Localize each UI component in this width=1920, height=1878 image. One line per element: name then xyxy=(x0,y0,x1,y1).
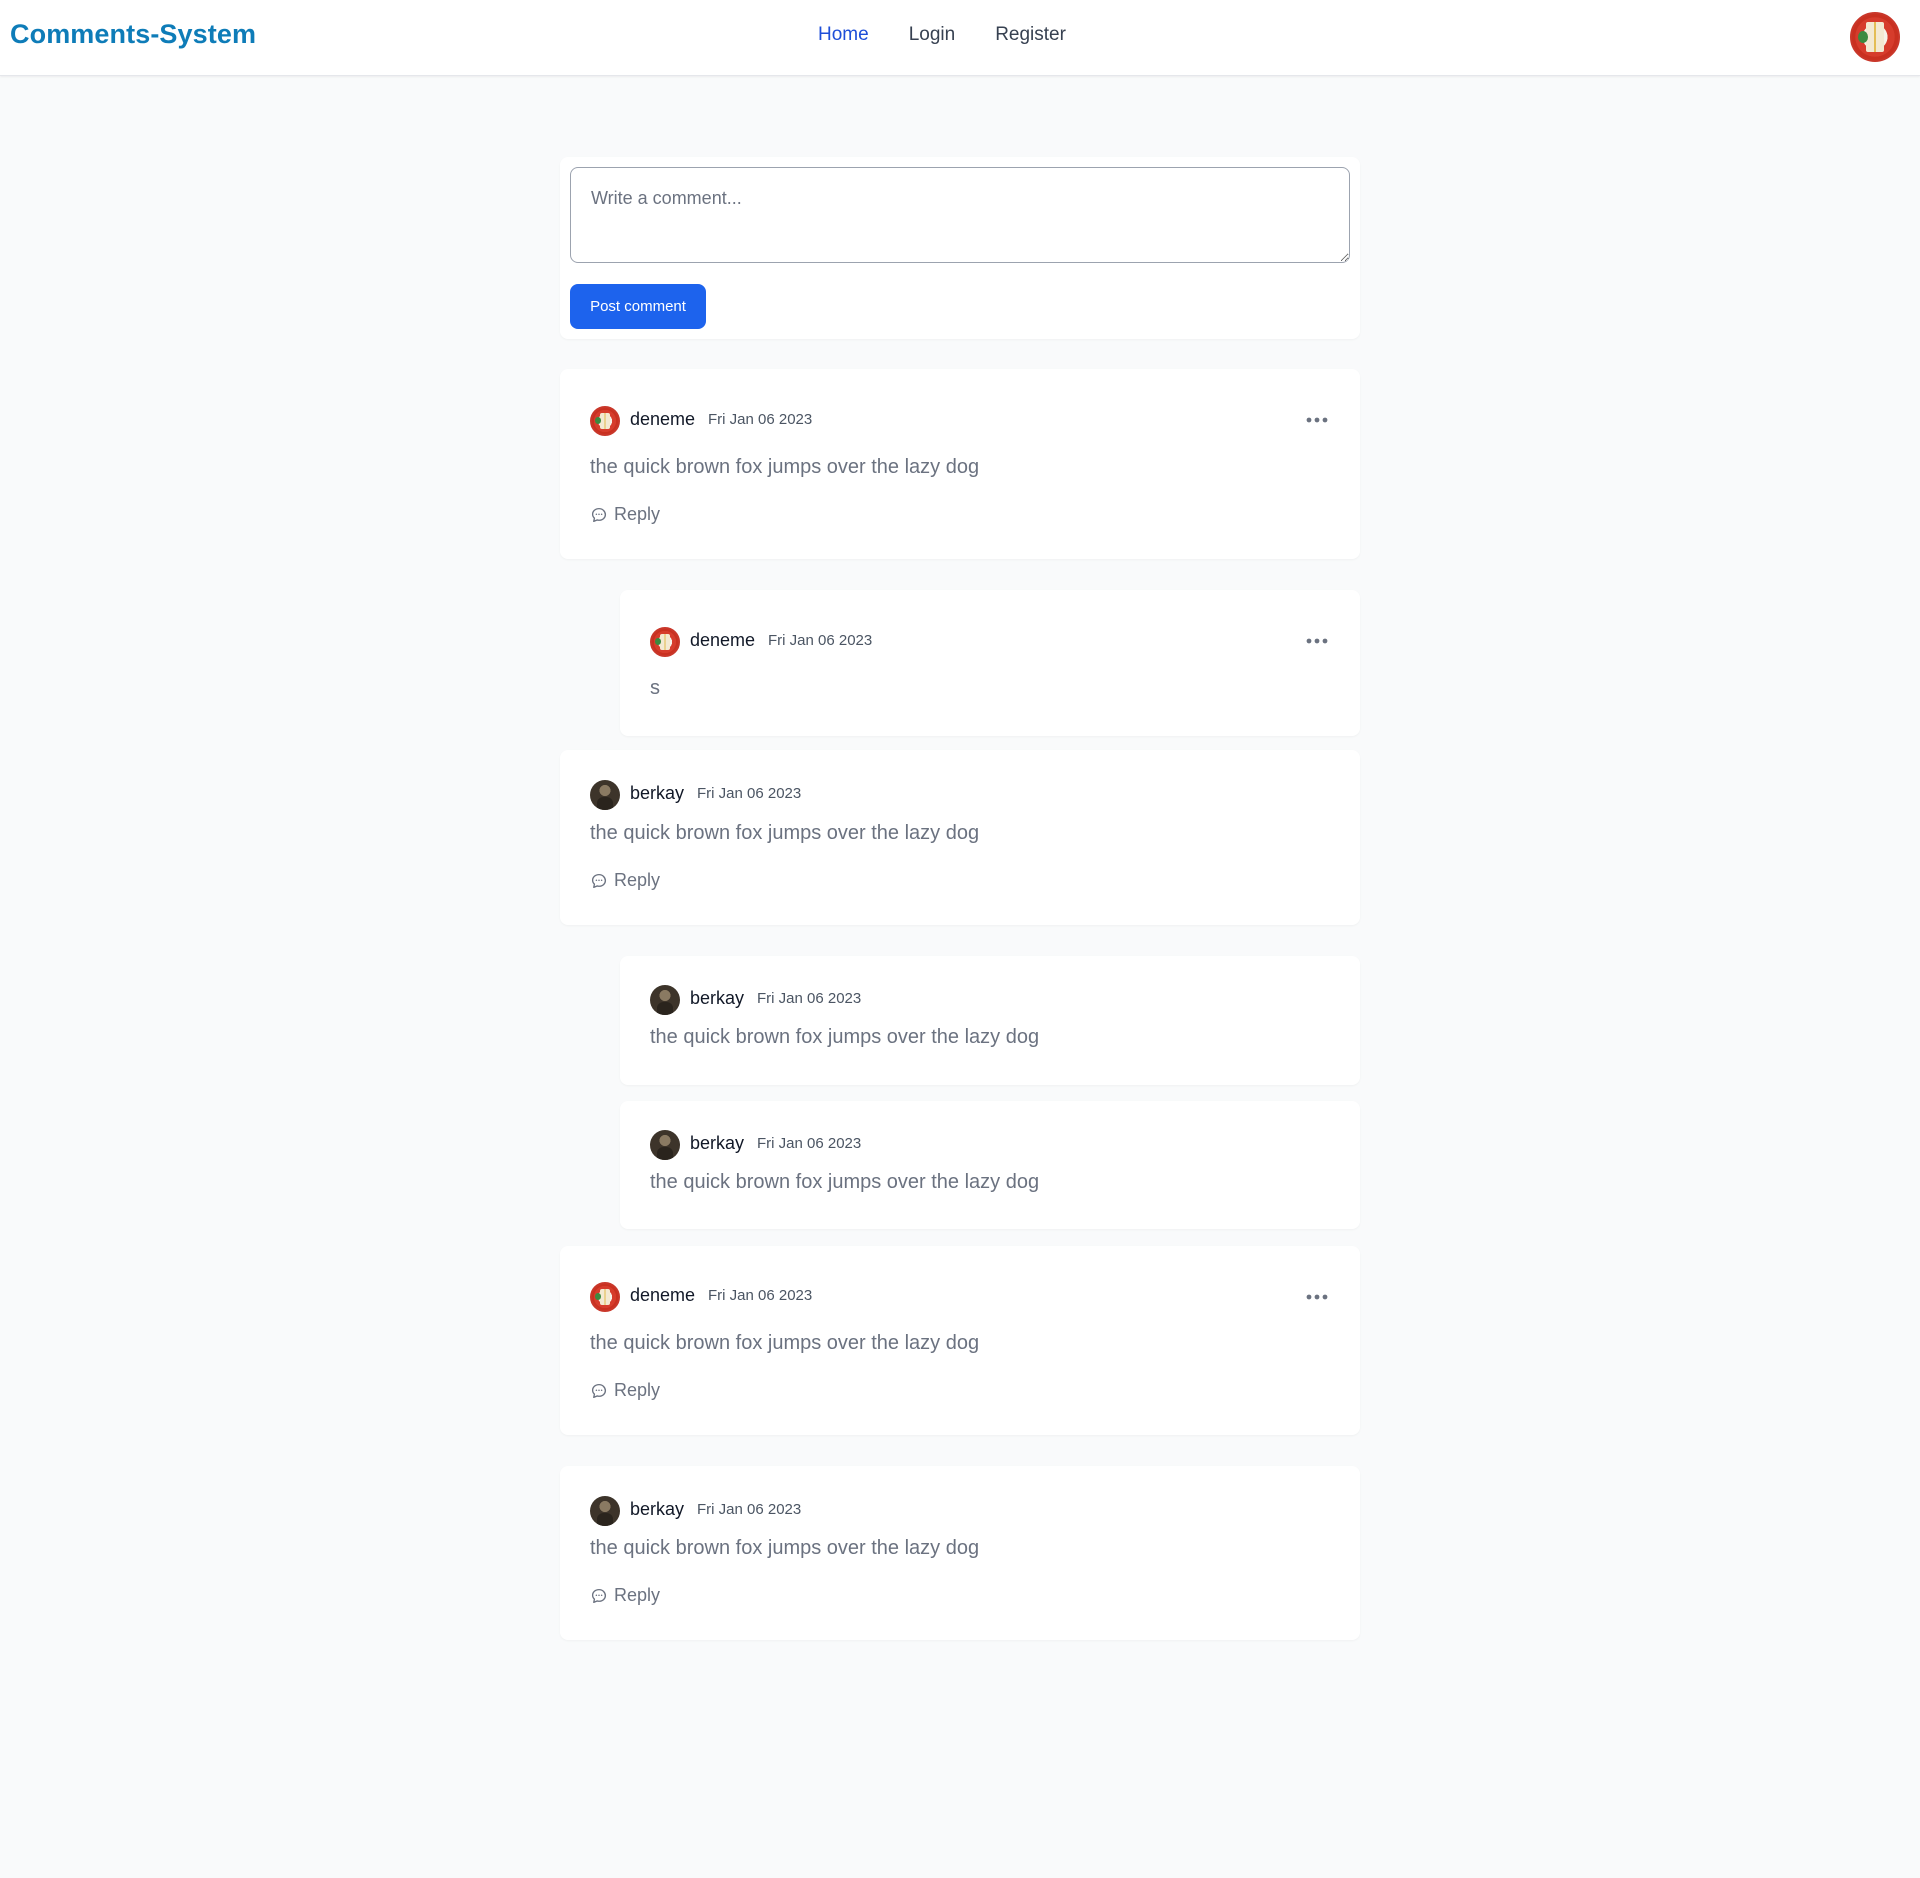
author-avatar-icon xyxy=(590,1282,620,1312)
chat-bubble-icon xyxy=(591,1588,607,1603)
author-avatar-icon xyxy=(590,406,620,436)
comment-author: berkay xyxy=(690,1133,745,1153)
comment-date: Fri Jan 06 2023 xyxy=(768,632,873,649)
reply-button[interactable]: Reply xyxy=(590,1380,660,1401)
author-avatar-icon xyxy=(650,985,680,1015)
reply-button[interactable]: Reply xyxy=(590,504,660,525)
navbar: Comments-System Home Login Register xyxy=(0,0,1920,76)
comment-author: deneme xyxy=(690,630,756,650)
comment-body: the quick brown fox jumps over the lazy … xyxy=(590,456,980,478)
comment-date: Fri Jan 06 2023 xyxy=(697,785,802,802)
user-avatar-icon[interactable] xyxy=(1850,12,1900,62)
comment-date: Fri Jan 06 2023 xyxy=(708,1287,813,1304)
comment-body: the quick brown fox jumps over the lazy … xyxy=(590,1537,980,1559)
nav-link-home[interactable]: Home xyxy=(818,24,869,46)
comment-author: berkay xyxy=(690,988,745,1008)
author-avatar-icon xyxy=(590,1496,620,1526)
comment-card: berkay Fri Jan 06 2023 the quick brown f… xyxy=(560,1466,1360,1640)
more-options-icon[interactable] xyxy=(1304,1287,1330,1307)
comment-input[interactable] xyxy=(570,167,1350,263)
comment-date: Fri Jan 06 2023 xyxy=(757,990,862,1007)
brand-logo-link[interactable]: Comments-System xyxy=(10,19,256,50)
comment-author: deneme xyxy=(630,409,696,429)
comment-date: Fri Jan 06 2023 xyxy=(708,411,813,428)
comment-author: berkay xyxy=(630,1499,685,1519)
more-options-icon[interactable] xyxy=(1304,631,1330,651)
comment-body: the quick brown fox jumps over the lazy … xyxy=(650,1026,1040,1048)
author-avatar-icon xyxy=(650,1130,680,1160)
comment-body: the quick brown fox jumps over the lazy … xyxy=(590,822,980,844)
comment-date: Fri Jan 06 2023 xyxy=(697,1501,802,1518)
chat-bubble-icon xyxy=(591,1383,607,1398)
post-comment-button[interactable]: Post comment xyxy=(570,284,706,329)
chat-bubble-icon xyxy=(591,873,607,888)
comment-card: deneme Fri Jan 06 2023 the quick brown f… xyxy=(560,1246,1360,1435)
comment-card-nested: berkay Fri Jan 06 2023 the quick brown f… xyxy=(620,1101,1360,1229)
comment-author: deneme xyxy=(630,1285,696,1305)
comment-body: s xyxy=(650,677,660,699)
nav-link-register[interactable]: Register xyxy=(995,24,1066,46)
nav-link-login[interactable]: Login xyxy=(909,24,956,46)
chat-bubble-icon xyxy=(591,507,607,522)
comment-card: berkay Fri Jan 06 2023 the quick brown f… xyxy=(560,750,1360,925)
comment-card-nested: berkay Fri Jan 06 2023 the quick brown f… xyxy=(620,956,1360,1085)
nav-links: Home Login Register xyxy=(818,24,1066,46)
reply-label: Reply xyxy=(614,504,661,524)
reply-label: Reply xyxy=(614,1380,661,1400)
comment-card-nested: deneme Fri Jan 06 2023 s xyxy=(620,590,1360,736)
comment-composer: Post comment xyxy=(560,157,1360,339)
reply-label: Reply xyxy=(614,1585,661,1605)
comment-author: berkay xyxy=(630,783,685,803)
more-options-icon[interactable] xyxy=(1304,410,1330,430)
comment-body: the quick brown fox jumps over the lazy … xyxy=(650,1171,1040,1193)
comment-date: Fri Jan 06 2023 xyxy=(757,1135,862,1152)
reply-label: Reply xyxy=(614,870,661,890)
author-avatar-icon xyxy=(650,627,680,657)
reply-button[interactable]: Reply xyxy=(590,1585,660,1606)
comment-card: deneme Fri Jan 06 2023 the quick brown f… xyxy=(560,369,1360,559)
comment-body: the quick brown fox jumps over the lazy … xyxy=(590,1332,980,1354)
author-avatar-icon xyxy=(590,780,620,810)
reply-button[interactable]: Reply xyxy=(590,870,660,891)
